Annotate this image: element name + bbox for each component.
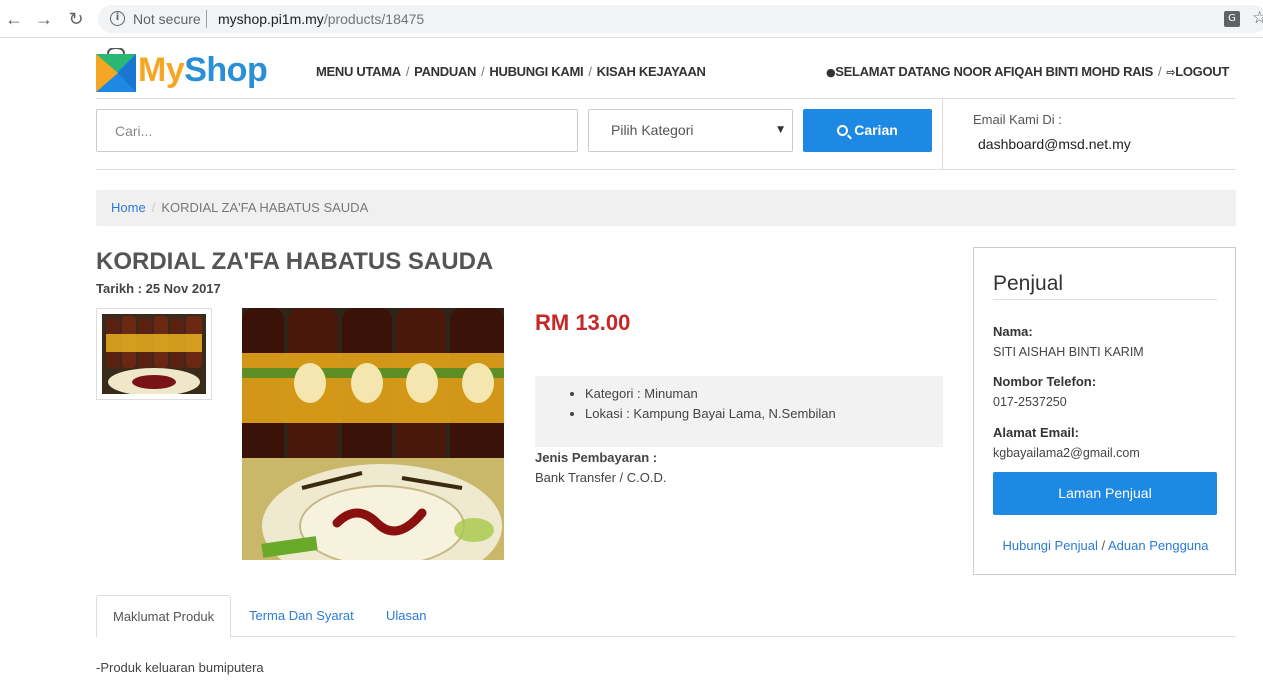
user-icon: ● (825, 66, 836, 79)
seller-phone-label: Nombor Telefon: (993, 374, 1097, 389)
nav-separator: / (405, 64, 410, 79)
nav-separator: / (588, 64, 592, 79)
search-button[interactable]: Carian (803, 109, 932, 152)
star-icon[interactable]: ☆ (1252, 8, 1263, 28)
header-divider (96, 98, 1236, 99)
product-title: KORDIAL ZA'FA HABATUS SAUDA (96, 248, 494, 275)
product-tabs: Maklumat Produk Terma Dan Syarat Ulasan (96, 595, 1236, 638)
search-divider-bottom (96, 169, 1236, 170)
product-thumbnail[interactable] (96, 308, 212, 400)
translate-icon[interactable]: G (1224, 11, 1240, 27)
forward-arrow-icon[interactable]: → (34, 9, 54, 29)
browser-toolbar: ← → ↻ i Not secure myshop.pi1m.my/produc… (0, 0, 1263, 38)
contact-seller-link[interactable]: Hubungi Penjual (1002, 538, 1097, 553)
address-divider (206, 10, 207, 28)
address-bar[interactable]: i Not secure myshop.pi1m.my/products/184… (98, 5, 1263, 33)
back-arrow-icon[interactable]: ← (4, 9, 24, 29)
nav-separator: / (1157, 64, 1162, 79)
nav-separator: / (481, 64, 485, 79)
logo-my: My (138, 51, 185, 89)
tab-content-text: -Produk keluaran bumiputera (96, 660, 264, 675)
logout-link[interactable]: LOGOUT (1175, 64, 1229, 79)
product-thumbnail-image (102, 314, 206, 396)
product-category: Kategori : Minuman (585, 386, 943, 401)
search-button-label: Carian (854, 122, 898, 138)
nav-menu-utama[interactable]: MENU UTAMA (316, 64, 401, 79)
url-host: myshop.pi1m.my (218, 11, 324, 27)
payment-label: Jenis Pembayaran : (535, 450, 658, 465)
search-input[interactable] (96, 109, 578, 152)
product-price: RM 13.00 (535, 310, 631, 335)
seller-links: Hubungi Penjual / Aduan Pengguna (974, 538, 1237, 553)
url-text[interactable]: myshop.pi1m.my/products/18475 (218, 11, 424, 27)
nav-hubungi-kami[interactable]: HUBUNGI KAMI (489, 64, 583, 79)
product-location: Lokasi : Kampung Bayai Lama, N.Sembilan (585, 406, 943, 421)
tab-maklumat-produk[interactable]: Maklumat Produk (96, 595, 232, 638)
tab-ulasan[interactable]: Ulasan (370, 595, 442, 637)
seller-email-value: kgbayailama2@gmail.com (993, 446, 1140, 460)
seller-divider (993, 299, 1217, 300)
welcome-user-link[interactable]: SELAMAT DATANG NOOR AFIQAH BINTI MOHD RA… (835, 64, 1153, 79)
nav-kisah-kejayaan[interactable]: KISAH KEJAYAAN (597, 64, 706, 79)
reload-icon[interactable]: ↻ (66, 9, 86, 29)
seller-name-label: Nama: (993, 324, 1033, 339)
logo-shop: Shop (184, 51, 268, 89)
product-main-image[interactable] (242, 308, 504, 560)
security-label: Not secure (133, 11, 201, 27)
caret-down-icon: ▼ (777, 125, 784, 135)
search-icon (837, 125, 849, 136)
payment-value: Bank Transfer / C.O.D. (535, 470, 667, 485)
breadcrumb: Home / KORDIAL ZA'FA HABATUS SAUDA (96, 190, 1236, 226)
info-icon[interactable]: i (110, 11, 125, 26)
logout-icon: ⇨ (1166, 66, 1176, 79)
report-user-link[interactable]: Aduan Pengguna (1108, 538, 1208, 553)
site-logo[interactable]: MyShop (96, 44, 268, 94)
main-nav: MENU UTAMA / PANDUAN / HUBUNGI KAMI / KISAH KE… (316, 64, 706, 79)
product-info-box: Kategori : Minuman Lokasi : Kampung Baya… (535, 376, 943, 447)
url-path: /products/18475 (323, 11, 425, 27)
breadcrumb-current: KORDIAL ZA'FA HABATUS SAUDA (161, 200, 369, 215)
product-date: Tarikh : 25 Nov 2017 (96, 281, 221, 296)
breadcrumb-separator: / (151, 200, 156, 215)
logo-wordmark: MyShop (138, 51, 268, 90)
seller-phone-value: 017-2537250 (993, 395, 1067, 409)
nav-panduan[interactable]: PANDUAN (414, 64, 476, 79)
category-select[interactable]: Pilih Kategori ▼ (588, 109, 793, 152)
seller-email-label: Alamat Email: (993, 425, 1079, 440)
logo-bag-icon (96, 48, 136, 92)
user-nav: ●SELAMAT DATANG NOOR AFIQAH BINTI MOHD R… (826, 64, 1229, 79)
product-attributes: Kategori : Minuman Lokasi : Kampung Baya… (585, 386, 943, 421)
contact-email-value: dashboard@msd.net.my (978, 136, 1131, 152)
seller-page-button[interactable]: Laman Penjual (993, 472, 1217, 515)
seller-panel: Penjual Nama: SITI AISHAH BINTI KARIM No… (973, 247, 1236, 575)
tab-terma-dan-syarat[interactable]: Terma Dan Syarat (233, 595, 370, 637)
contact-email-label: Email Kami Di : (973, 112, 1062, 127)
search-divider (942, 99, 943, 170)
seller-link-separator: / (1097, 538, 1109, 553)
category-selected-value: Pilih Kategori (611, 122, 694, 138)
seller-panel-title: Penjual (993, 272, 1064, 295)
seller-name-value: SITI AISHAH BINTI KARIM (993, 345, 1144, 359)
breadcrumb-home[interactable]: Home (111, 200, 146, 215)
